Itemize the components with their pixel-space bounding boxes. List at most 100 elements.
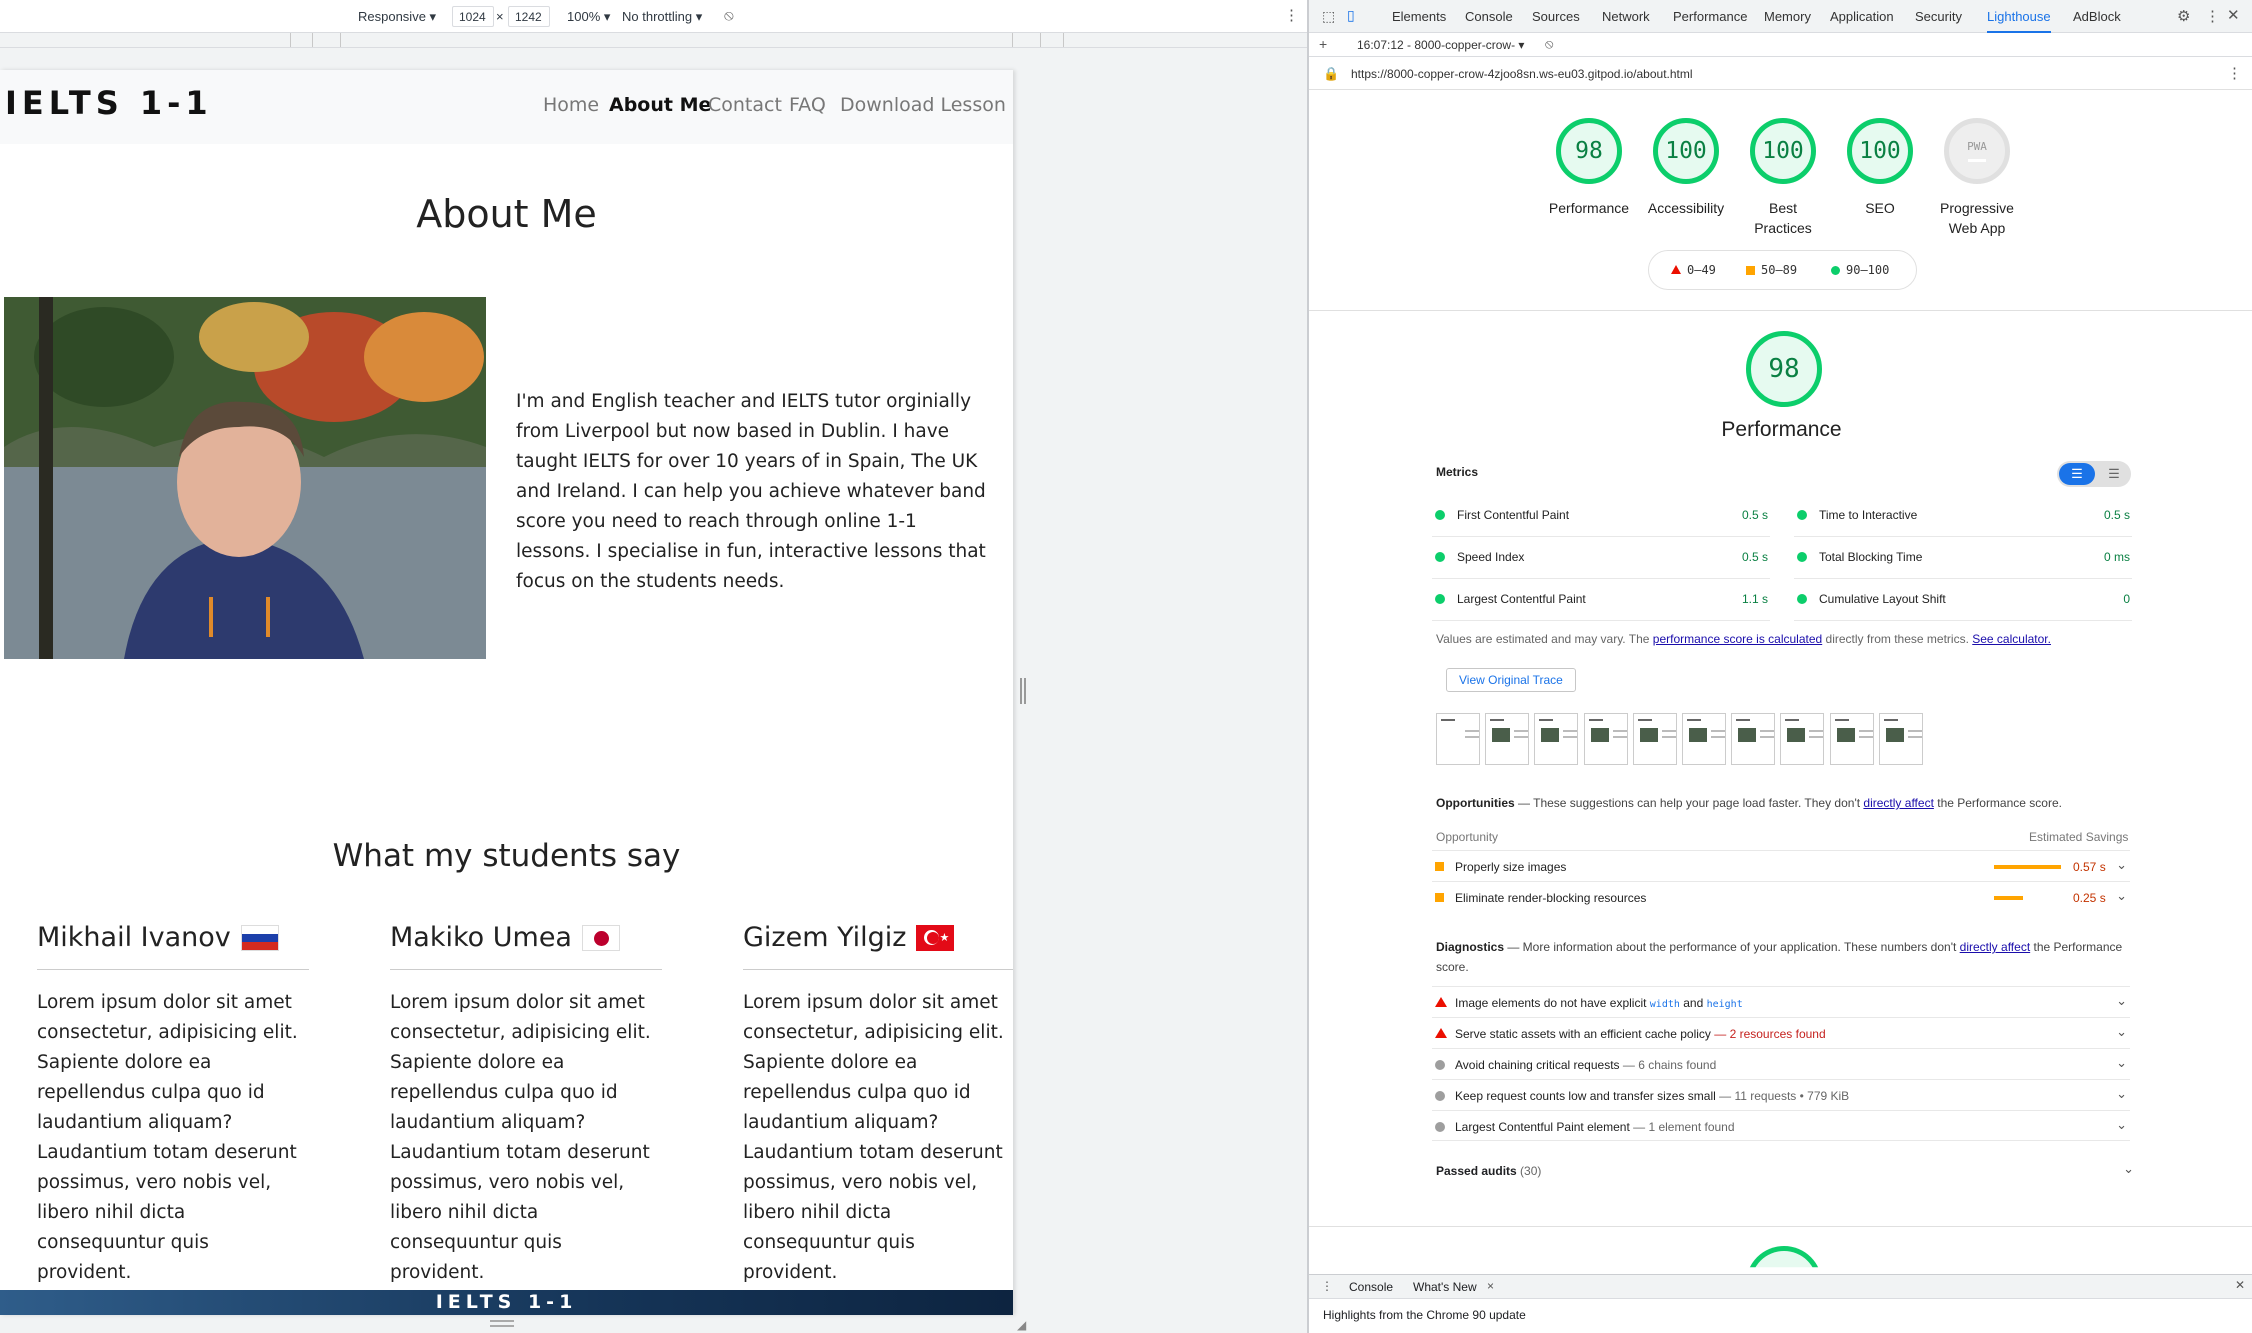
- diagnostic-text: Avoid chaining critical requests: [1455, 1058, 1620, 1072]
- diagnostics-header: Diagnostics — More information about the…: [1436, 937, 2136, 977]
- chevron-down-icon[interactable]: ⌄: [2116, 888, 2127, 904]
- chevron-down-icon[interactable]: ⌄: [2116, 1055, 2127, 1071]
- chevron-down-icon[interactable]: ⌄: [2116, 1117, 2127, 1133]
- tab-adblock[interactable]: AdBlock: [2073, 9, 2121, 24]
- metric-tti: Time to Interactive 0.5 s: [1794, 495, 2132, 537]
- more-options-icon[interactable]: ⋮: [1284, 6, 1299, 24]
- customize-menu-icon[interactable]: ⋮: [2205, 7, 2220, 25]
- metric-view-toggle[interactable]: ☰ ☰: [2057, 461, 2131, 487]
- pwa-badge-icon: PWA: [1944, 118, 2010, 184]
- metric-name: Cumulative Layout Shift: [1819, 592, 1946, 606]
- device-toggle-icon[interactable]: ▯: [1347, 7, 1355, 24]
- diagnostic-text: Image elements do not have explicit: [1455, 996, 1650, 1010]
- nav-home[interactable]: Home: [543, 94, 599, 116]
- corner-resize-icon[interactable]: ◢: [1017, 1318, 1026, 1332]
- zoom-select[interactable]: 100% ▾: [567, 9, 610, 25]
- chevron-down-icon[interactable]: ⌄: [2123, 1161, 2134, 1177]
- expanded-view-icon[interactable]: ☰: [2099, 463, 2129, 485]
- filmstrip-frame: [1436, 713, 1480, 765]
- opportunities-desc: — These suggestions can help your page l…: [1514, 796, 1864, 810]
- testimonials-title: What my students say: [332, 838, 681, 874]
- new-report-icon[interactable]: +: [1319, 36, 1327, 52]
- drawer-tab-whats-new[interactable]: What's New: [1413, 1280, 1477, 1294]
- width-input[interactable]: 1024: [452, 6, 494, 27]
- info-circle-icon: [1435, 1060, 1445, 1070]
- passed-audits-row[interactable]: Passed audits (30) ⌄: [1436, 1161, 2134, 1178]
- device-select[interactable]: Responsive ▾: [358, 9, 436, 25]
- devtools-drawer: ⋮ Console What's New × ✕ Highlights from…: [1309, 1274, 2252, 1333]
- testimonial-card: Makiko Umea Lorem ipsum dolor sit amet c…: [390, 922, 662, 1288]
- rotate-icon[interactable]: ⦸: [724, 7, 734, 24]
- directly-affect-link[interactable]: directly affect: [1863, 796, 1933, 810]
- tab-console[interactable]: Console: [1465, 9, 1513, 24]
- pass-circle-icon: [1797, 594, 1807, 604]
- height-input[interactable]: 1242: [508, 6, 550, 27]
- close-drawer-icon[interactable]: ✕: [2235, 1278, 2245, 1292]
- inspect-element-icon[interactable]: ⬚: [1322, 8, 1335, 25]
- chevron-down-icon[interactable]: ⌄: [2116, 857, 2127, 873]
- report-menu-icon[interactable]: ⋮: [2227, 64, 2242, 82]
- tab-network[interactable]: Network: [1602, 9, 1650, 24]
- diagnostic-row[interactable]: Avoid chaining critical requests — 6 cha…: [1432, 1048, 2130, 1079]
- diagnostic-text: Keep request counts low and transfer siz…: [1455, 1089, 1716, 1103]
- diagnostic-row[interactable]: Image elements do not have explicit widt…: [1432, 986, 2130, 1017]
- opportunity-row[interactable]: Properly size images 0.57 s ⌄: [1432, 850, 2130, 881]
- tab-application[interactable]: Application: [1830, 9, 1894, 24]
- score-ring: 98: [1556, 118, 1622, 184]
- clear-reports-icon[interactable]: ⦸: [1545, 36, 1553, 52]
- filmstrip-frame: [1534, 713, 1579, 765]
- drawer-tab-console[interactable]: Console: [1349, 1280, 1393, 1294]
- nav-contact[interactable]: Contact: [708, 94, 782, 116]
- passed-audits-label: Passed audits: [1436, 1164, 1517, 1178]
- directly-affect-link[interactable]: directly affect: [1960, 940, 2030, 954]
- settings-gear-icon[interactable]: ⚙: [2177, 7, 2190, 25]
- tab-performance[interactable]: Performance: [1673, 9, 1747, 24]
- score-ring: 100: [1750, 118, 1816, 184]
- opportunity-row[interactable]: Eliminate render-blocking resources 0.25…: [1432, 881, 2130, 912]
- see-calculator-link[interactable]: See calculator.: [1972, 632, 2051, 646]
- chevron-down-icon[interactable]: ⌄: [2116, 1024, 2127, 1040]
- filmstrip-frame: [1682, 713, 1726, 765]
- fail-triangle-icon: [1671, 265, 1681, 274]
- view-original-trace-button[interactable]: View Original Trace: [1446, 668, 1576, 692]
- close-devtools-icon[interactable]: ✕: [2227, 6, 2240, 24]
- chevron-down-icon[interactable]: ⌄: [2116, 1086, 2127, 1102]
- savings-column: Estimated Savings: [2029, 830, 2129, 844]
- tab-memory[interactable]: Memory: [1764, 9, 1811, 24]
- diagnostic-title: Serve static assets with an efficient ca…: [1455, 1027, 1826, 1041]
- score-ring: 100: [1653, 118, 1719, 184]
- gauge-pwa[interactable]: PWA Progressive Web App: [1917, 118, 2037, 238]
- close-tab-icon[interactable]: ×: [1487, 1279, 1494, 1293]
- diagnostic-row[interactable]: Largest Contentful Paint element — 1 ele…: [1432, 1110, 2130, 1141]
- diagnostic-row[interactable]: Keep request counts low and transfer siz…: [1432, 1079, 2130, 1110]
- testimonial-name: Mikhail Ivanov: [37, 922, 309, 970]
- report-url-bar: 🔒 https://8000-copper-crow-4zjoo8sn.ws-e…: [1309, 58, 2252, 90]
- tab-lighthouse[interactable]: Lighthouse: [1987, 9, 2051, 33]
- chevron-down-icon[interactable]: ⌄: [2116, 993, 2127, 1009]
- media-query-ruler[interactable]: [0, 33, 1307, 48]
- testimonial-text: Lorem ipsum dolor sit amet consectetur, …: [37, 992, 298, 1283]
- report-select[interactable]: 16:07:12 - 8000-copper-crow- ▾: [1357, 38, 1524, 52]
- info-circle-icon: [1435, 1122, 1445, 1132]
- nav-faq[interactable]: FAQ: [789, 94, 826, 116]
- score-calculated-link[interactable]: performance score is calculated: [1653, 632, 1822, 646]
- viewport-resize-handle[interactable]: [1020, 678, 1026, 704]
- testimonial-card: Gizem Yilgiz ★ Lorem ipsum dolor sit ame…: [743, 922, 1013, 1288]
- throttle-select[interactable]: No throttling ▾: [622, 9, 702, 25]
- nav-about[interactable]: About Me: [609, 94, 711, 116]
- score-ring: 100: [1847, 118, 1913, 184]
- passed-audits-count: (30): [1516, 1164, 1542, 1178]
- device-toolbar: Responsive ▾ 1024 × 1242 100% ▾ No throt…: [0, 0, 1307, 33]
- compact-view-icon[interactable]: ☰: [2059, 463, 2095, 485]
- drawer-menu-icon[interactable]: ⋮: [1321, 1279, 1333, 1293]
- diagnostic-row[interactable]: Serve static assets with an efficient ca…: [1432, 1017, 2130, 1048]
- report-url[interactable]: https://8000-copper-crow-4zjoo8sn.ws-eu0…: [1351, 67, 1693, 81]
- tab-elements[interactable]: Elements: [1392, 9, 1446, 24]
- tab-sources[interactable]: Sources: [1532, 9, 1580, 24]
- tab-security[interactable]: Security: [1915, 9, 1962, 24]
- site-brand[interactable]: IELTS 1-1: [5, 84, 213, 122]
- metric-lcp: Largest Contentful Paint 1.1 s: [1432, 579, 1770, 621]
- metric-value: 0: [2123, 592, 2130, 606]
- nav-download-lesson[interactable]: Download Lesson: [840, 94, 1006, 116]
- viewport-bottom-resize-handle[interactable]: [490, 1320, 514, 1327]
